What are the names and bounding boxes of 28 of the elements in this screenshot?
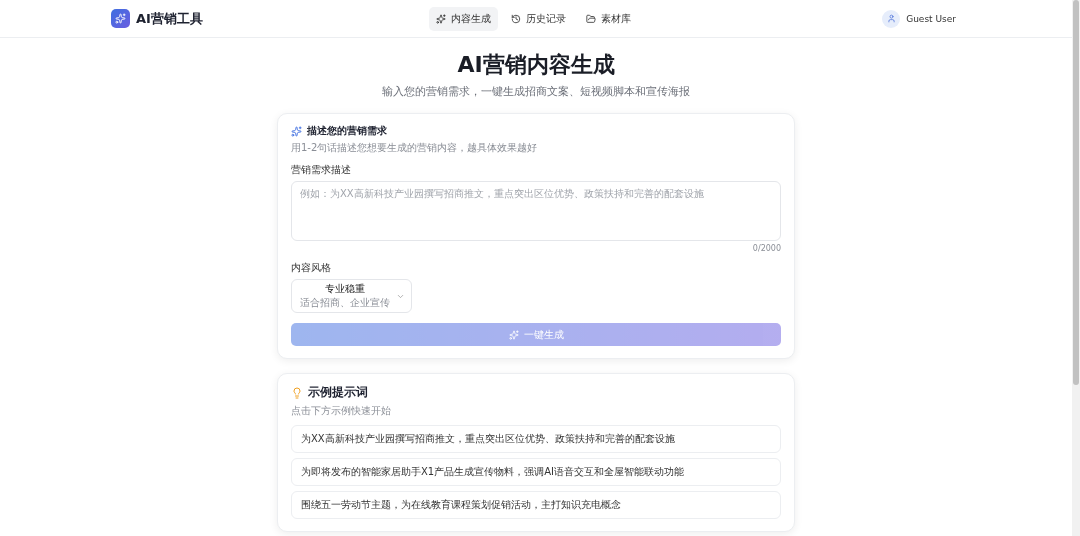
- scrollbar-thumb[interactable]: [1073, 0, 1079, 385]
- card-title: 示例提示词: [308, 384, 368, 401]
- description-field[interactable]: 例如：为XX高新科技产业园撰写招商推文，重点突出区位优势、政策扶持和完善的配套设施: [291, 181, 781, 241]
- nav-tab[interactable]: 素材库: [579, 6, 638, 31]
- sparkles-icon: [508, 329, 519, 340]
- logo-icon: [111, 9, 130, 28]
- character-counter: 0/2000: [751, 244, 781, 253]
- nav-tab[interactable]: 历史记录: [504, 6, 573, 31]
- card-description: 点击下方示例快速开始: [291, 404, 392, 418]
- user-name: Guest User: [906, 13, 956, 24]
- nav-tab[interactable]: 内容生成: [429, 6, 498, 31]
- page-title: AI营销内容生成: [456, 52, 616, 78]
- lightbulb-icon: [291, 386, 303, 399]
- field-label: 内容风格: [291, 261, 332, 275]
- brand-name: AI营销工具: [136, 9, 203, 28]
- card-title: 描述您的营销需求: [307, 124, 387, 138]
- card-description: 用1-2句话描述您想要生成的营销内容，越具体效果越好: [291, 141, 539, 155]
- sparkles-icon: [291, 125, 302, 137]
- example-prompt[interactable]: 为XX高新科技产业园撰写招商推文，重点突出区位优势、政策扶持和完善的配套设施: [291, 425, 781, 453]
- history-icon: [511, 13, 521, 24]
- example-prompt[interactable]: 为即将发布的智能家居助手X1产品生成宣传物料，强调AI语音交互和全屋智能联动功能: [291, 458, 781, 486]
- folder-icon: [586, 13, 596, 24]
- sparkles-icon: [436, 13, 446, 24]
- field-label: 营销需求描述: [291, 163, 352, 177]
- example-prompt[interactable]: 围绕五一劳动节主题，为在线教育课程策划促销活动，主打知识充电概念: [291, 491, 781, 519]
- user-avatar-icon[interactable]: [882, 9, 901, 28]
- style-select[interactable]: 专业稳重 适合招商、企业宣传: [291, 279, 412, 313]
- page-subtitle: 输入您的营销需求，一键生成招商文案、短视频脚本和宣传海报: [381, 84, 691, 99]
